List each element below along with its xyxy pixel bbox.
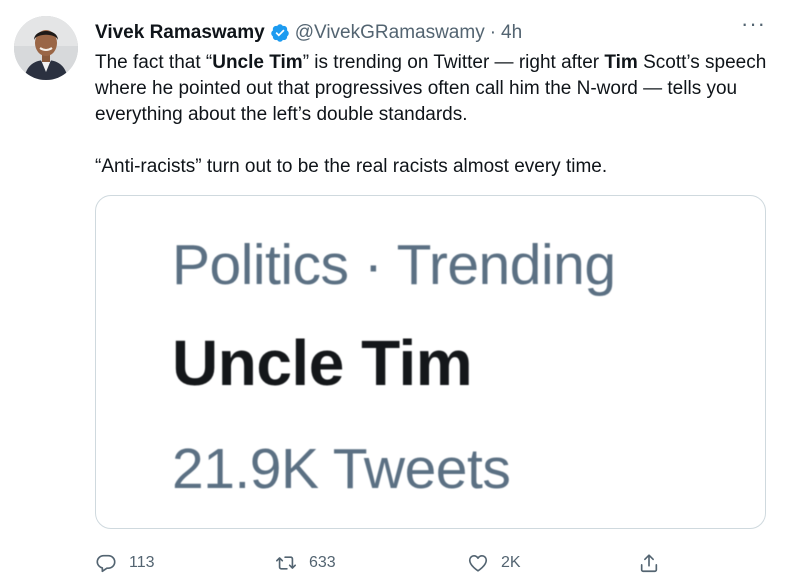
trend-tweet-count: 21.9K Tweets bbox=[172, 437, 511, 501]
tweet-paragraph-2: “Anti-racists” turn out to be the real r… bbox=[95, 156, 608, 177]
author-handle[interactable]: @VivekGRamaswamy bbox=[295, 22, 485, 44]
like-button[interactable]: 2K bbox=[467, 550, 521, 576]
like-icon bbox=[468, 555, 488, 572]
text-segment: The fact that “ bbox=[95, 52, 213, 73]
tweet-time[interactable]: 4h bbox=[501, 22, 522, 44]
avatar[interactable] bbox=[14, 16, 78, 80]
tweet-text: The fact that “Uncle Tim” is trending on… bbox=[95, 50, 770, 180]
reply-button[interactable]: 113 bbox=[95, 550, 155, 576]
retweet-count: 633 bbox=[309, 554, 336, 571]
trend-title: Uncle Tim bbox=[172, 327, 473, 399]
tweet-header: Vivek Ramaswamy @VivekGRamaswamy · 4h bbox=[95, 20, 768, 46]
reply-icon bbox=[96, 554, 116, 573]
like-count: 2K bbox=[501, 554, 521, 571]
avatar-image bbox=[14, 16, 78, 80]
trend-card-image[interactable]: Politics · Trending Uncle Tim 21.9K Twee… bbox=[95, 195, 766, 529]
retweet-button[interactable]: 633 bbox=[275, 550, 336, 576]
text-bold-tim: Tim bbox=[604, 52, 638, 73]
trend-category: Politics · Trending bbox=[172, 233, 616, 297]
author-name[interactable]: Vivek Ramaswamy bbox=[95, 22, 265, 44]
separator-dot: · bbox=[489, 22, 497, 43]
verified-badge-icon bbox=[270, 24, 289, 42]
retweet-icon bbox=[276, 556, 296, 570]
tweet-actions: 113 633 2K bbox=[95, 550, 675, 576]
tweet-paragraph-1: The fact that “Uncle Tim” is trending on… bbox=[95, 50, 770, 128]
share-icon bbox=[640, 554, 658, 573]
more-icon[interactable]: ··· bbox=[741, 13, 766, 35]
text-segment: ” is trending on Twitter — right after bbox=[302, 52, 605, 73]
reply-count: 113 bbox=[129, 554, 155, 571]
text-bold-uncle-tim: Uncle Tim bbox=[212, 52, 303, 73]
share-button[interactable] bbox=[638, 550, 672, 576]
